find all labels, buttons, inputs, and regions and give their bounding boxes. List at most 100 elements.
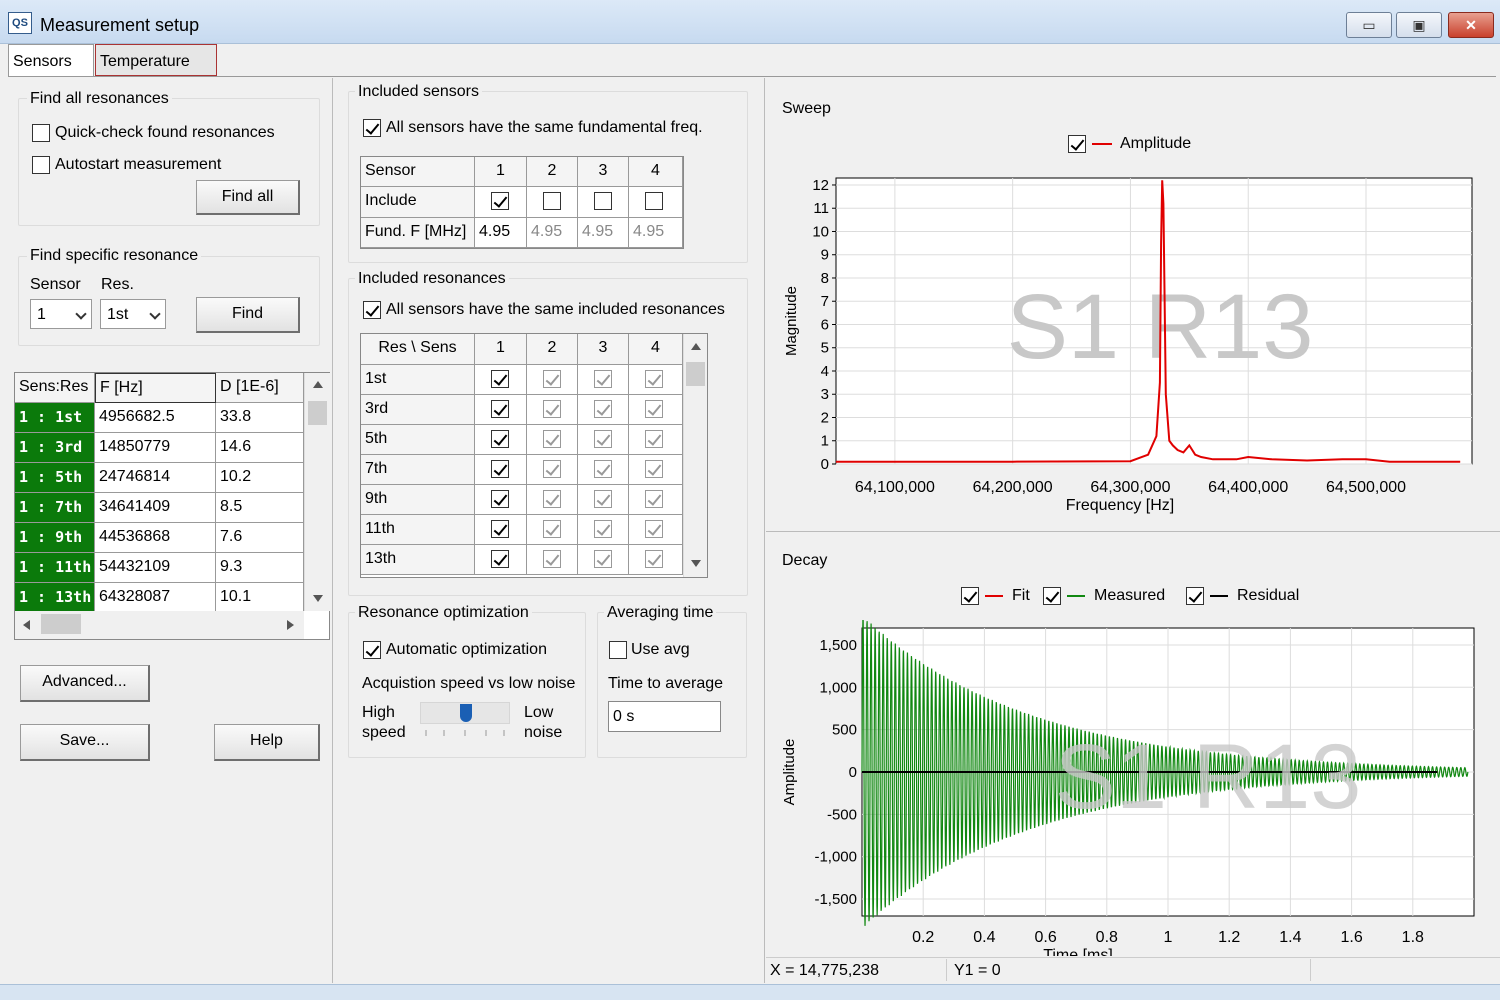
auto-optimization-checkbox[interactable] — [363, 641, 381, 659]
result-damping-cell[interactable]: 8.5 — [216, 493, 304, 523]
result-id-cell[interactable]: 1 : 7th — [15, 493, 95, 523]
include-row-label: Include — [361, 187, 475, 218]
sweep-ytick: 11 — [813, 200, 829, 217]
column-header: 2 — [527, 157, 578, 187]
result-freq-cell[interactable]: 4956682.5 — [95, 403, 216, 433]
include-sensor-1-checkbox[interactable] — [491, 192, 509, 210]
same-fund-label: All sensors have the same fundamental fr… — [386, 119, 703, 136]
result-damping-cell[interactable]: 9.3 — [216, 553, 304, 583]
result-damping-cell[interactable]: 10.2 — [216, 463, 304, 493]
resonance-checkbox — [645, 430, 663, 448]
column-header[interactable]: D [1E-6] — [216, 373, 304, 403]
speed-noise-slider[interactable] — [420, 702, 510, 724]
resonance-checkbox[interactable] — [491, 400, 509, 418]
quick-check-checkbox[interactable] — [32, 124, 50, 142]
scroll-up-icon[interactable] — [691, 343, 701, 350]
sweep-ytick: 4 — [821, 363, 829, 380]
results-vscroll[interactable] — [304, 373, 330, 611]
results-hscroll[interactable] — [15, 611, 304, 639]
resonance-checkbox[interactable] — [491, 370, 509, 388]
result-freq-cell[interactable]: 14850779 — [95, 433, 216, 463]
column-header: 1 — [475, 157, 527, 187]
residual-legend-swatch — [1210, 595, 1228, 597]
sweep-xtick: 64,100,000 — [855, 479, 935, 496]
use-avg-checkbox[interactable] — [609, 641, 627, 659]
resonance-checkbox — [594, 550, 612, 568]
scroll-thumb[interactable] — [308, 401, 327, 425]
sweep-chart[interactable]: 64,100,000 64,200,000 64,300,000 64,400,000… — [770, 170, 1490, 520]
column-header: 2 — [527, 334, 578, 365]
find-all-title: Find all resonances — [27, 90, 172, 108]
result-freq-cell[interactable]: 44536868 — [95, 523, 216, 553]
resonances-vscroll[interactable] — [683, 334, 707, 577]
find-all-button[interactable]: Find all — [196, 180, 300, 215]
same-fund-checkbox[interactable] — [363, 119, 381, 137]
tab-temperature[interactable]: Temperature — [95, 44, 217, 76]
residual-legend-checkbox[interactable] — [1186, 587, 1204, 605]
help-button[interactable]: Help — [214, 724, 320, 761]
column-header[interactable]: Sens:Res — [15, 373, 95, 403]
measured-legend-checkbox[interactable] — [1043, 587, 1061, 605]
column-header[interactable]: F [Hz] — [95, 373, 216, 403]
result-damping-cell[interactable]: 7.6 — [216, 523, 304, 553]
resonance-checkbox — [645, 490, 663, 508]
result-damping-cell[interactable]: 10.1 — [216, 583, 304, 613]
result-id-cell[interactable]: 1 : 11th — [15, 553, 95, 583]
sensor-select[interactable]: 1 — [30, 299, 92, 329]
result-damping-cell[interactable]: 14.6 — [216, 433, 304, 463]
resonance-checkbox[interactable] — [491, 550, 509, 568]
result-freq-cell[interactable]: 24746814 — [95, 463, 216, 493]
include-sensor-4-checkbox[interactable] — [645, 192, 663, 210]
scroll-down-icon[interactable] — [313, 595, 323, 602]
scroll-down-icon[interactable] — [691, 560, 701, 567]
decay-chart[interactable]: 0.2 0.4 0.6 0.8 1 1.2 1.4 1.6 1.8 1,500 1,000 500 0 -… — [770, 620, 1490, 956]
result-id-cell[interactable]: 1 : 9th — [15, 523, 95, 553]
scroll-up-icon[interactable] — [313, 381, 323, 388]
result-id-cell[interactable]: 1 : 5th — [15, 463, 95, 493]
minimize-button[interactable]: ▭ — [1346, 12, 1392, 38]
include-sensor-3-checkbox[interactable] — [594, 192, 612, 210]
decay-watermark: S1 R13 — [1055, 726, 1362, 828]
resonance-checkbox[interactable] — [491, 520, 509, 538]
result-freq-cell[interactable]: 34641409 — [95, 493, 216, 523]
decay-xtick: 1.8 — [1402, 929, 1424, 946]
resonance-checkbox — [645, 520, 663, 538]
tab-sensors[interactable]: Sensors — [8, 44, 94, 76]
fit-legend-checkbox[interactable] — [961, 587, 979, 605]
resonance-checkbox — [594, 490, 612, 508]
result-freq-cell[interactable]: 54432109 — [95, 553, 216, 583]
slider-thumb[interactable] — [460, 704, 472, 722]
fund-value[interactable]: 4.95 — [475, 218, 527, 248]
sweep-ytick: 2 — [821, 409, 829, 426]
amplitude-legend-checkbox[interactable] — [1068, 135, 1086, 153]
scroll-thumb[interactable] — [686, 362, 705, 386]
scroll-right-icon[interactable] — [287, 620, 294, 630]
advanced-button[interactable]: Advanced... — [20, 665, 150, 702]
res-select[interactable]: 1st — [100, 299, 166, 329]
hscroll-thumb[interactable] — [41, 614, 81, 634]
result-freq-cell[interactable]: 64328087 — [95, 583, 216, 613]
scroll-left-icon[interactable] — [23, 620, 30, 630]
time-average-input[interactable] — [608, 701, 721, 732]
resonance-checkbox — [543, 520, 561, 538]
save-button[interactable]: Save... — [20, 724, 150, 761]
resonance-checkbox[interactable] — [491, 460, 509, 478]
result-id-cell[interactable]: 1 : 3rd — [15, 433, 95, 463]
close-button[interactable]: ✕ — [1448, 12, 1494, 38]
resonance-checkbox[interactable] — [491, 430, 509, 448]
resonance-checkbox — [543, 400, 561, 418]
result-damping-cell[interactable]: 33.8 — [216, 403, 304, 433]
same-res-checkbox[interactable] — [363, 301, 381, 319]
result-id-cell[interactable]: 1 : 1st — [15, 403, 95, 433]
decay-xtick: 0.4 — [973, 929, 995, 946]
autostart-checkbox[interactable] — [32, 156, 50, 174]
resonance-checkbox[interactable] — [491, 490, 509, 508]
include-sensor-2-checkbox[interactable] — [543, 192, 561, 210]
maximize-button[interactable]: ▣ — [1396, 12, 1442, 38]
window-title: Measurement setup — [40, 15, 200, 35]
fund-value: 4.95 — [527, 218, 578, 248]
fit-legend-label: Fit — [1012, 587, 1030, 604]
find-button[interactable]: Find — [196, 297, 300, 333]
resonance-checkbox — [543, 370, 561, 388]
result-id-cell[interactable]: 1 : 13th — [15, 583, 95, 613]
